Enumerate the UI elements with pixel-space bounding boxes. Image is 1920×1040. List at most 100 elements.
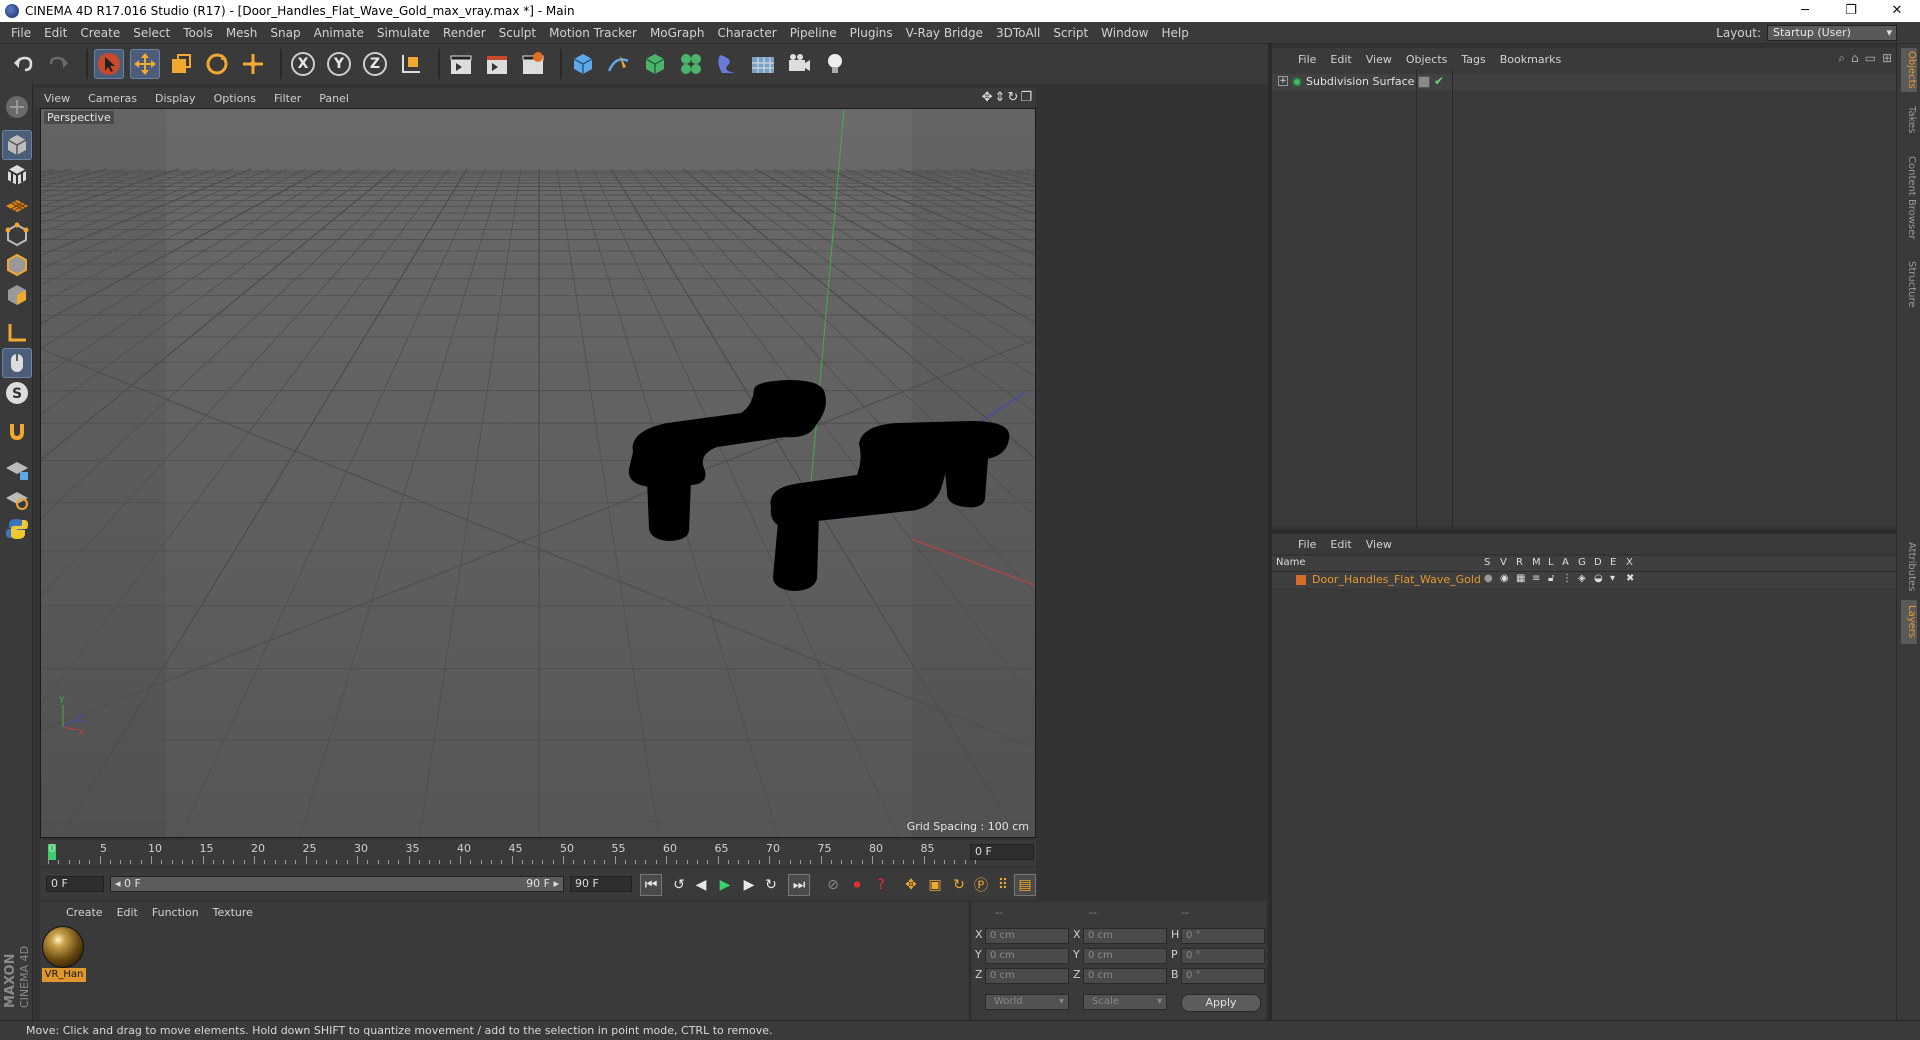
move-tool-button[interactable] bbox=[130, 49, 160, 79]
expand-icon[interactable]: + bbox=[1278, 76, 1288, 86]
layer-row[interactable]: Door_Handles_Flat_Wave_Gold ● ◉ ▦ ≡ 🔓︎ ⋮… bbox=[1272, 572, 1896, 588]
add-environment-button[interactable] bbox=[748, 49, 778, 79]
add-camera-button[interactable] bbox=[784, 49, 814, 79]
size-y-field[interactable]: 0 cm bbox=[1083, 948, 1167, 964]
perspective-viewport[interactable]: Y X Z Perspective Grid Spacing : 100 cm bbox=[40, 108, 1036, 838]
key-parameter-button[interactable]: Ⓟ bbox=[970, 874, 992, 896]
menu-motion-tracker[interactable]: Motion Tracker bbox=[544, 26, 645, 40]
next-frame-button[interactable]: ▶ bbox=[738, 874, 760, 896]
object-row[interactable]: + Subdivision Surface ✔ bbox=[1272, 74, 1896, 90]
lock-y-axis-button[interactable]: Y bbox=[324, 49, 354, 79]
object-name[interactable]: Subdivision Surface bbox=[1306, 75, 1414, 88]
workplane-orientation-button[interactable] bbox=[2, 484, 32, 514]
add-deformer-button[interactable] bbox=[712, 49, 742, 79]
object-menu-tags[interactable]: Tags bbox=[1461, 53, 1485, 66]
deformer-icon[interactable]: ◒ bbox=[1594, 573, 1603, 584]
coordinate-system-button[interactable] bbox=[396, 49, 426, 79]
menu-script[interactable]: Script bbox=[1048, 26, 1096, 40]
viewport-menu-options[interactable]: Options bbox=[214, 92, 256, 105]
menu-vray-bridge[interactable]: V-Ray Bridge bbox=[901, 26, 991, 40]
viewport-menu-display[interactable]: Display bbox=[155, 92, 196, 105]
viewport-menu-cameras[interactable]: Cameras bbox=[88, 92, 137, 105]
view-eye-icon[interactable]: ◉ bbox=[1500, 573, 1509, 584]
add-nurbs-button[interactable] bbox=[640, 49, 670, 79]
menu-simulate[interactable]: Simulate bbox=[372, 26, 438, 40]
menu-render[interactable]: Render bbox=[438, 26, 494, 40]
object-menu-bookmarks[interactable]: Bookmarks bbox=[1500, 53, 1561, 66]
menu-character[interactable]: Character bbox=[712, 26, 784, 40]
home-icon[interactable]: ⌂ bbox=[1851, 51, 1859, 66]
tab-takes[interactable]: Takes bbox=[1901, 102, 1917, 138]
menu-mograph[interactable]: MoGraph bbox=[645, 26, 713, 40]
animation-icon[interactable]: ⋮ bbox=[1562, 573, 1572, 584]
layer-color-swatch[interactable] bbox=[1296, 575, 1306, 585]
position-z-field[interactable]: 0 cm bbox=[985, 968, 1069, 984]
texture-mode-button[interactable] bbox=[2, 160, 32, 190]
timeline-ruler[interactable]: 051015202530354045505560657075808590 0 F bbox=[40, 840, 1036, 866]
timeline-button[interactable]: ▤ bbox=[1014, 874, 1036, 896]
material-swatch[interactable]: VR_Han bbox=[42, 926, 86, 984]
manager-list-icon[interactable]: ≡ bbox=[1532, 573, 1540, 584]
tab-structure[interactable]: Structure bbox=[1901, 256, 1917, 312]
enable-axis-button[interactable] bbox=[2, 318, 32, 348]
tab-content-browser[interactable]: Content Browser bbox=[1901, 148, 1917, 248]
menu-pipeline[interactable]: Pipeline bbox=[785, 26, 845, 40]
toggle-view-icon[interactable]: ❐ bbox=[1020, 90, 1032, 105]
pin-icon[interactable]: ⊞ bbox=[1882, 51, 1892, 66]
rotation-b-field[interactable]: 0 ° bbox=[1181, 968, 1265, 984]
frame-range-slider[interactable]: ◂ 0 F 90 F ▸ bbox=[110, 876, 564, 892]
python-button[interactable] bbox=[2, 514, 32, 544]
render-to-picture-viewer-button[interactable] bbox=[482, 49, 512, 79]
viewport-menu-view[interactable]: View bbox=[44, 92, 70, 105]
menu-select[interactable]: Select bbox=[128, 26, 178, 40]
menu-sculpt[interactable]: Sculpt bbox=[494, 26, 544, 40]
keyframe-selection-button[interactable]: ? bbox=[870, 874, 892, 896]
layer-menu-file[interactable]: File bbox=[1298, 538, 1316, 551]
material-menu-texture[interactable]: Texture bbox=[213, 906, 253, 919]
key-scale-button[interactable]: ▣ bbox=[924, 874, 946, 896]
menu-3dtoall[interactable]: 3DToAll bbox=[991, 26, 1048, 40]
object-menu-objects[interactable]: Objects bbox=[1406, 53, 1448, 66]
tab-objects[interactable]: Objects bbox=[1901, 48, 1917, 92]
menu-edit[interactable]: Edit bbox=[39, 26, 75, 40]
size-x-field[interactable]: 0 cm bbox=[1083, 928, 1167, 944]
previous-key-button[interactable]: ↺ bbox=[668, 874, 690, 896]
object-menu-view[interactable]: View bbox=[1366, 53, 1392, 66]
menu-tools[interactable]: Tools bbox=[178, 26, 221, 40]
tab-layers[interactable]: Layers bbox=[1901, 600, 1917, 644]
next-key-button[interactable]: ↻ bbox=[760, 874, 782, 896]
workplane-mode-button[interactable] bbox=[2, 190, 32, 220]
size-mode-dropdown[interactable]: Scale bbox=[1083, 994, 1167, 1010]
menu-plugins[interactable]: Plugins bbox=[845, 26, 901, 40]
start-frame-field[interactable]: 0 F bbox=[46, 876, 104, 892]
menu-window[interactable]: Window bbox=[1096, 26, 1156, 40]
transform-tool-button[interactable] bbox=[238, 49, 268, 79]
lock-z-axis-button[interactable]: Z bbox=[360, 49, 390, 79]
current-frame-field[interactable]: 0 F bbox=[970, 844, 1034, 860]
previous-frame-button[interactable]: ◀ bbox=[690, 874, 712, 896]
visibility-toggle-icon[interactable] bbox=[1418, 76, 1430, 88]
add-light-button[interactable] bbox=[820, 49, 850, 79]
add-spline-button[interactable] bbox=[604, 49, 634, 79]
apply-button[interactable]: Apply bbox=[1181, 994, 1261, 1012]
viewport-camera-label[interactable]: Perspective bbox=[44, 111, 114, 124]
expression-icon[interactable]: ▾ bbox=[1610, 573, 1615, 584]
redo-button[interactable] bbox=[44, 49, 74, 79]
dolly-view-icon[interactable]: ⇕ bbox=[995, 90, 1006, 105]
enabled-checkmark-icon[interactable]: ✔ bbox=[1434, 74, 1444, 88]
scale-tool-button[interactable] bbox=[166, 49, 196, 79]
menu-snap[interactable]: Snap bbox=[265, 26, 308, 40]
undo-button[interactable] bbox=[8, 49, 38, 79]
lock-icon[interactable]: 🔓︎ bbox=[1548, 573, 1554, 584]
end-frame-field[interactable]: 90 F bbox=[570, 876, 632, 892]
menu-mesh[interactable]: Mesh bbox=[221, 26, 266, 40]
make-editable-button[interactable] bbox=[2, 92, 32, 122]
search-icon[interactable]: ⌕ bbox=[1838, 51, 1845, 66]
render-clapper-icon[interactable]: ▦ bbox=[1516, 573, 1525, 584]
new-window-icon[interactable]: ▭ bbox=[1865, 51, 1876, 66]
key-pla-button[interactable]: ⠿ bbox=[992, 874, 1014, 896]
model-mode-button[interactable] bbox=[2, 130, 32, 160]
layer-name[interactable]: Door_Handles_Flat_Wave_Gold bbox=[1312, 573, 1481, 586]
rotate-view-icon[interactable]: ↻ bbox=[1007, 90, 1018, 105]
key-rotation-button[interactable]: ↻ bbox=[948, 874, 970, 896]
